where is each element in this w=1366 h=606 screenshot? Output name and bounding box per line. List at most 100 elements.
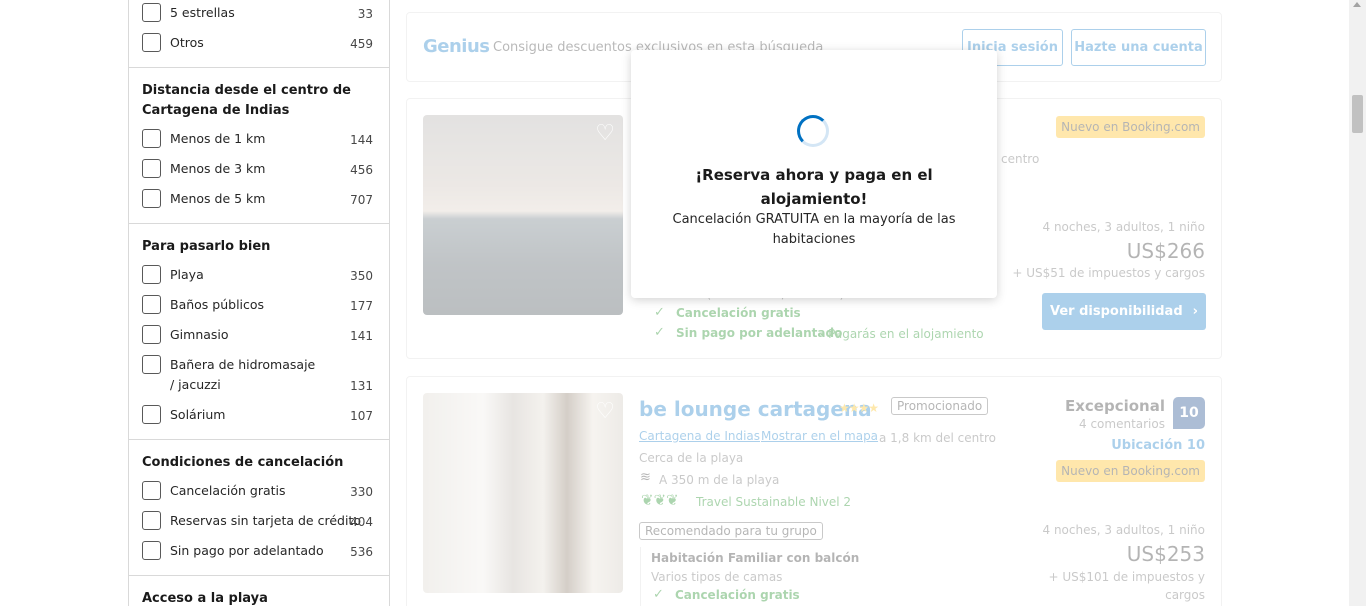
new-badge: Nuevo en Booking.com xyxy=(1056,116,1205,138)
checkbox[interactable] xyxy=(142,129,161,148)
review-count: 4 comentarios xyxy=(1079,417,1165,431)
filter-option[interactable]: Bañera de hidromasaje / jacuzzi 131 xyxy=(142,355,376,405)
checkbox[interactable] xyxy=(142,295,161,314)
taxes: + US$51 de impuestos y cargos xyxy=(1012,266,1205,280)
checkbox[interactable] xyxy=(142,265,161,284)
price: US$266 xyxy=(1126,239,1205,263)
filter-option[interactable]: Sin pago por adelantado 536 xyxy=(142,541,376,571)
search-results-page: 5 estrellas 33 Otros 459 Distancia desde… xyxy=(0,0,1366,606)
checkmark-icon: ✓ xyxy=(653,587,664,602)
filter-option[interactable]: Playa 350 xyxy=(142,265,376,295)
filter-group-title: Distancia desde el centro de Cartagena d… xyxy=(142,83,351,118)
filter-group-title: Condiciones de cancelación xyxy=(142,455,344,470)
filter-group-distance: Distancia desde el centro de Cartagena d… xyxy=(129,68,389,224)
checkbox[interactable] xyxy=(142,511,161,530)
checkbox[interactable] xyxy=(142,3,161,22)
recommended-tag: Recomendado para tu grupo xyxy=(639,522,823,540)
filter-option[interactable]: Cancelación gratis 330 xyxy=(142,481,376,511)
star-rating: ★★★★ xyxy=(839,401,879,415)
checkbox[interactable] xyxy=(142,325,161,344)
no-prepayment: Sin pago por adelantado xyxy=(676,326,843,340)
filter-group-cancellation: Condiciones de cancelación Cancelación g… xyxy=(129,440,389,576)
filter-option[interactable]: Reservas sin tarjeta de crédito 404 xyxy=(142,511,376,541)
price: US$253 xyxy=(1126,542,1205,566)
room-details-border xyxy=(640,547,641,606)
filter-option[interactable]: Menos de 5 km 707 xyxy=(142,189,376,219)
filter-count: 536 xyxy=(350,545,373,559)
filter-group-title: Acceso a la playa xyxy=(142,591,268,606)
scroll-thumb[interactable] xyxy=(1352,95,1363,133)
checkbox[interactable] xyxy=(142,189,161,208)
filter-option[interactable]: Menos de 1 km 144 xyxy=(142,129,376,159)
rating-word: Excepcional xyxy=(1064,397,1165,415)
loading-spinner-icon xyxy=(797,115,829,147)
distance-from-center: a 1,8 km del centro xyxy=(879,431,996,445)
filter-count: 33 xyxy=(357,7,373,21)
property-photo[interactable]: ♡ xyxy=(423,393,623,593)
city-link[interactable]: Cartagena de Indias xyxy=(639,429,760,443)
filter-count: 456 xyxy=(350,163,373,177)
heart-icon[interactable]: ♡ xyxy=(595,401,615,423)
filter-group-fun: Para pasarlo bien Playa 350 Baños públic… xyxy=(129,224,389,440)
pay-at-property-modal: ¡Reserva ahora y paga en el alojamiento!… xyxy=(631,50,997,298)
checkbox[interactable] xyxy=(142,355,161,374)
heart-icon[interactable]: ♡ xyxy=(595,123,615,145)
filter-option[interactable]: Gimnasio 141 xyxy=(142,325,376,355)
checkbox[interactable] xyxy=(142,541,161,560)
checkbox[interactable] xyxy=(142,405,161,424)
stay-info: 4 noches, 3 adultos, 1 niño xyxy=(1042,220,1206,234)
free-cancel: Cancelación gratis xyxy=(676,306,801,320)
checkmark-icon: ✓ xyxy=(654,325,665,340)
pay-at-property: - Pagarás en el alojamiento xyxy=(820,327,984,341)
beach-distance: A 350 m de la playa xyxy=(659,473,780,487)
chevron-right-icon: › xyxy=(1192,304,1198,319)
review-score[interactable]: 10 xyxy=(1173,397,1205,429)
near-beach: Cerca de la playa xyxy=(639,451,744,465)
beach-icon: ≋ xyxy=(640,470,651,485)
see-availability-label: Ver disponibilidad xyxy=(1050,304,1183,319)
location-score: Ubicación 10 xyxy=(1111,438,1205,453)
see-availability-button[interactable]: Ver disponibilidad › xyxy=(1042,293,1206,330)
filter-group-stars: 5 estrellas 33 Otros 459 xyxy=(129,0,389,68)
filter-count: 107 xyxy=(350,409,373,423)
sustainable-level: Travel Sustainable Nivel 2 xyxy=(696,495,852,509)
filter-count: 459 xyxy=(350,37,373,51)
filter-group-title: Para pasarlo bien xyxy=(142,239,271,254)
signup-button[interactable]: Hazte una cuenta xyxy=(1071,29,1206,66)
genius-logo: Genius xyxy=(423,36,490,57)
filter-count: 177 xyxy=(350,299,373,313)
filter-option[interactable]: Otros 459 xyxy=(142,33,376,63)
filter-count: 131 xyxy=(350,379,373,393)
new-badge: Nuevo en Booking.com xyxy=(1056,460,1205,482)
filter-count: 144 xyxy=(350,133,373,147)
checkbox[interactable] xyxy=(142,159,161,178)
filter-count: 707 xyxy=(350,193,373,207)
filter-option[interactable]: 5 estrellas 33 xyxy=(142,3,376,33)
filter-option[interactable]: Baños públicos 177 xyxy=(142,295,376,325)
promoted-tag: Promocionado xyxy=(891,397,989,415)
checkmark-icon: ✓ xyxy=(654,305,665,320)
modal-text: Cancelación GRATUITA en la mayoría de la… xyxy=(672,212,956,247)
scroll-up-arrow-icon[interactable] xyxy=(1353,2,1361,7)
checkbox[interactable] xyxy=(142,481,161,500)
filter-count: 330 xyxy=(350,485,373,499)
modal-title: ¡Reserva ahora y paga en el alojamiento! xyxy=(695,166,933,208)
filter-count: 141 xyxy=(350,329,373,343)
page-scrollbar[interactable] xyxy=(1349,0,1366,606)
filter-count: 404 xyxy=(350,515,373,529)
bed-types: Varios tipos de camas xyxy=(651,570,783,584)
taxes-continued: cargos xyxy=(1165,588,1205,602)
show-on-map-link[interactable]: Mostrar en el mapa xyxy=(761,429,878,443)
distance-text: centro xyxy=(1001,152,1040,166)
filter-option[interactable]: Solárium 107 xyxy=(142,405,376,435)
leaf-icon: ❦❦❦ xyxy=(641,491,679,509)
room-name: Habitación Familiar con balcón xyxy=(651,551,860,565)
free-cancel: Cancelación gratis xyxy=(675,588,800,602)
property-photo[interactable]: ♡ xyxy=(423,115,623,315)
property-card: ♡ be lounge cartagena ★★★★ Promocionado … xyxy=(406,376,1222,606)
filter-group-beach-access: Acceso a la playa xyxy=(129,576,389,606)
checkbox[interactable] xyxy=(142,33,161,52)
filter-option[interactable]: Menos de 3 km 456 xyxy=(142,159,376,189)
filter-count: 350 xyxy=(350,269,373,283)
property-name[interactable]: be lounge cartagena xyxy=(639,397,872,421)
